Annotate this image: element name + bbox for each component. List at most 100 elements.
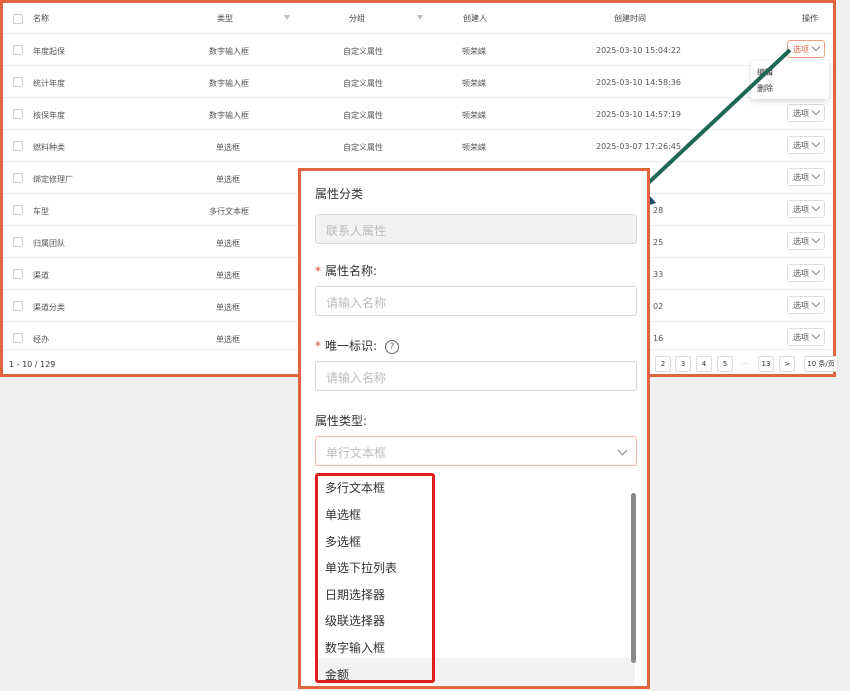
menu-item-delete[interactable]: 删除 bbox=[757, 83, 773, 94]
dropdown-scrollbar[interactable] bbox=[631, 493, 636, 663]
options-label: 选项 bbox=[793, 108, 809, 118]
next-page-button[interactable]: > bbox=[779, 356, 795, 372]
cell-name: 渠道 bbox=[33, 271, 49, 280]
header-creator: 创建人 bbox=[463, 14, 487, 23]
chevron-down-icon bbox=[811, 106, 821, 116]
attribute-form-panel: 属性分类 联系人属性 * 属性名称: 请输入名称 * 唯一标识:? 请输入名称 属性… bbox=[298, 168, 650, 689]
header-name: 名称 bbox=[33, 14, 49, 23]
header-action: 操作 bbox=[802, 14, 818, 23]
cell-name: 车型 bbox=[33, 207, 49, 216]
options-label: 选项 bbox=[793, 268, 809, 278]
cell-type: 数字输入框 bbox=[209, 79, 249, 88]
cell-created: 25 bbox=[653, 238, 664, 247]
table-row: 统计年度 数字输入框 自定义属性 顿荣嵘 2025-03-10 14:58:36 bbox=[3, 65, 833, 98]
cell-group: 自定义属性 bbox=[343, 79, 383, 88]
options-label: 选项 bbox=[793, 300, 809, 310]
options-label: 选项 bbox=[793, 44, 809, 54]
options-button[interactable]: 选项 bbox=[787, 264, 825, 282]
required-mark: * bbox=[315, 264, 321, 278]
cell-created: 2025-03-10 15:04:22 bbox=[596, 46, 681, 55]
options-label: 选项 bbox=[793, 236, 809, 246]
type-label: 属性类型: bbox=[315, 414, 368, 428]
name-input[interactable]: 请输入名称 bbox=[315, 286, 637, 316]
options-button[interactable]: 选项 bbox=[787, 40, 825, 58]
table-row: 核保年度 数字输入框 自定义属性 顿荣嵘 2025-03-10 14:57:19… bbox=[3, 97, 833, 130]
chevron-down-icon bbox=[811, 266, 821, 276]
filter-icon[interactable] bbox=[417, 15, 423, 20]
cell-creator: 顿荣嵘 bbox=[462, 79, 486, 88]
row-checkbox[interactable] bbox=[13, 141, 23, 151]
options-label: 选项 bbox=[793, 332, 809, 342]
chevron-down-icon bbox=[811, 138, 821, 148]
chevron-down-icon bbox=[811, 330, 821, 340]
page-4[interactable]: 4 bbox=[696, 356, 712, 372]
filter-icon[interactable] bbox=[284, 15, 290, 20]
chevron-down-icon bbox=[617, 445, 628, 456]
options-label: 选项 bbox=[793, 140, 809, 150]
row-checkbox[interactable] bbox=[13, 45, 23, 55]
cell-created: 02 bbox=[653, 302, 664, 311]
page-5[interactable]: 5 bbox=[717, 356, 733, 372]
cell-name: 归属团队 bbox=[33, 239, 65, 248]
select-all-checkbox[interactable] bbox=[13, 14, 23, 24]
page-13[interactable]: 13 bbox=[758, 356, 774, 372]
category-field: 联系人属性 bbox=[315, 214, 637, 244]
page-ellipsis[interactable]: ··· bbox=[737, 356, 753, 372]
table-row: 燃料种类 单选框 自定义属性 顿荣嵘 2025-03-07 17:26:45 选… bbox=[3, 129, 833, 162]
cell-type: 单选框 bbox=[216, 303, 240, 312]
page-3[interactable]: 3 bbox=[675, 356, 691, 372]
page-size-select[interactable]: 10 条/页 bbox=[804, 356, 838, 372]
options-button[interactable]: 选项 bbox=[787, 104, 825, 122]
help-icon[interactable]: ? bbox=[385, 339, 400, 354]
row-checkbox[interactable] bbox=[13, 237, 23, 247]
key-input[interactable]: 请输入名称 bbox=[315, 361, 637, 391]
pagination-range: 1 - 10 / 129 bbox=[9, 360, 56, 369]
row-checkbox[interactable] bbox=[13, 205, 23, 215]
header-group: 分组 bbox=[349, 14, 365, 23]
row-checkbox[interactable] bbox=[13, 77, 23, 87]
type-select[interactable]: 单行文本框 bbox=[315, 436, 637, 466]
chevron-down-icon bbox=[811, 170, 821, 180]
cell-created: 16 bbox=[653, 334, 664, 343]
cell-created: 2025-03-07 17:26:45 bbox=[596, 142, 681, 151]
options-button[interactable]: 选项 bbox=[787, 328, 825, 346]
cell-created: 28 bbox=[653, 206, 664, 215]
key-label-text: 唯一标识: bbox=[325, 339, 378, 353]
row-checkbox[interactable] bbox=[13, 301, 23, 311]
key-label: * 唯一标识:? bbox=[315, 337, 400, 354]
options-button[interactable]: 选项 bbox=[787, 200, 825, 218]
row-checkbox[interactable] bbox=[13, 173, 23, 183]
cell-type: 单选框 bbox=[216, 335, 240, 344]
cell-name: 核保年度 bbox=[33, 111, 65, 120]
cell-type: 数字输入框 bbox=[209, 47, 249, 56]
cell-name: 绑定修理厂 bbox=[33, 175, 73, 184]
cell-type: 数字输入框 bbox=[209, 111, 249, 120]
type-value: 单行文本框 bbox=[326, 446, 387, 460]
page-2[interactable]: 2 bbox=[655, 356, 671, 372]
key-placeholder: 请输入名称 bbox=[326, 371, 387, 385]
row-checkbox[interactable] bbox=[13, 109, 23, 119]
cell-type: 单选框 bbox=[216, 271, 240, 280]
cell-type: 单选框 bbox=[216, 239, 240, 248]
cell-name: 渠道分类 bbox=[33, 303, 65, 312]
header-created: 创建时间 bbox=[614, 14, 646, 23]
name-placeholder: 请输入名称 bbox=[326, 296, 387, 310]
cell-type: 多行文本框 bbox=[209, 207, 249, 216]
chevron-down-icon bbox=[811, 298, 821, 308]
name-label: * 属性名称: bbox=[315, 262, 377, 279]
options-button[interactable]: 选项 bbox=[787, 168, 825, 186]
options-button[interactable]: 选项 bbox=[787, 296, 825, 314]
cell-created: 2025-03-10 14:58:36 bbox=[596, 78, 681, 87]
highlight-box bbox=[315, 473, 435, 683]
row-checkbox[interactable] bbox=[13, 333, 23, 343]
cell-group: 自定义属性 bbox=[343, 47, 383, 56]
cell-type: 单选框 bbox=[216, 143, 240, 152]
cell-type: 单选框 bbox=[216, 175, 240, 184]
options-button[interactable]: 选项 bbox=[787, 232, 825, 250]
options-button[interactable]: 选项 bbox=[787, 136, 825, 154]
cell-group: 自定义属性 bbox=[343, 143, 383, 152]
cell-name: 统计年度 bbox=[33, 79, 65, 88]
row-checkbox[interactable] bbox=[13, 269, 23, 279]
menu-item-edit[interactable]: 编辑 bbox=[757, 67, 773, 78]
table-header: 名称 类型 分组 创建人 创建时间 操作 bbox=[3, 3, 833, 33]
